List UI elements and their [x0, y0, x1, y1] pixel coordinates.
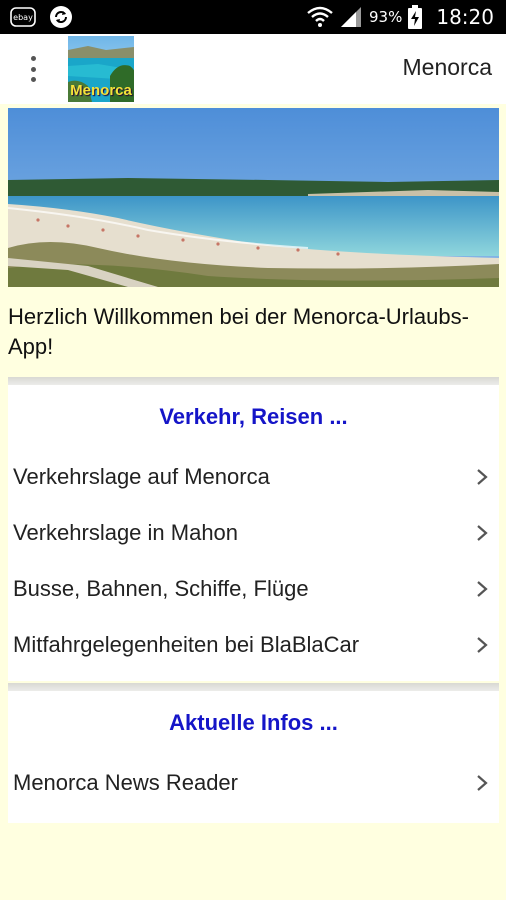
logo-text: Menorca	[70, 82, 132, 99]
list-item-label: Busse, Bahnen, Schiffe, Flüge	[13, 576, 309, 601]
chevron-right-icon	[477, 637, 488, 653]
list-item-label: Mitfahrgelegenheiten bei BlaBlaCar	[13, 632, 360, 657]
section-traffic-travel: Verkehr, Reisen ... Verkehrslage auf Men…	[8, 385, 499, 681]
hero-beach-image	[8, 108, 499, 287]
section-divider	[8, 377, 499, 385]
list-item-label: Menorca News Reader	[13, 770, 238, 795]
overflow-menu-icon[interactable]	[20, 54, 46, 84]
list-item-news-reader[interactable]: Menorca News Reader	[8, 755, 499, 811]
battery-percent: 93%	[369, 8, 403, 26]
list-item-blablacar[interactable]: Mitfahrgelegenheiten bei BlaBlaCar	[8, 617, 499, 673]
list-item-transport[interactable]: Busse, Bahnen, Schiffe, Flüge	[8, 561, 499, 617]
status-bar: ebay 93% 18:20	[0, 0, 506, 34]
clock: 18:20	[436, 5, 494, 29]
section-current-info: Aktuelle Infos ... Menorca News Reader	[8, 691, 499, 823]
chevron-right-icon	[477, 525, 488, 541]
section-heading: Aktuelle Infos ...	[169, 710, 338, 735]
page-title: Menorca	[402, 54, 492, 80]
chevron-right-icon	[477, 581, 488, 597]
section-divider	[8, 683, 499, 691]
welcome-text: Herzlich Willkommen bei der Menorca-Urla…	[8, 304, 469, 359]
wifi-icon	[307, 6, 333, 27]
section-heading: Verkehr, Reisen ...	[159, 404, 348, 429]
chevron-right-icon	[477, 775, 488, 791]
list-item-verkehrslage-mahon[interactable]: Verkehrslage in Mahon	[8, 505, 499, 561]
svg-text:ebay: ebay	[13, 13, 33, 22]
app-logo: Menorca	[68, 36, 134, 102]
list-item-label: Verkehrslage auf Menorca	[13, 464, 270, 489]
signal-icon	[341, 7, 362, 27]
battery-charging-icon	[408, 5, 423, 29]
chevron-right-icon	[477, 469, 488, 485]
list-item-label: Verkehrslage in Mahon	[13, 520, 239, 545]
sync-icon	[50, 6, 72, 28]
list-item-verkehrslage-menorca[interactable]: Verkehrslage auf Menorca	[8, 449, 499, 505]
ebay-kleinanzeigen-icon: ebay	[10, 7, 36, 27]
app-bar: Menorca Menorca	[0, 34, 506, 104]
